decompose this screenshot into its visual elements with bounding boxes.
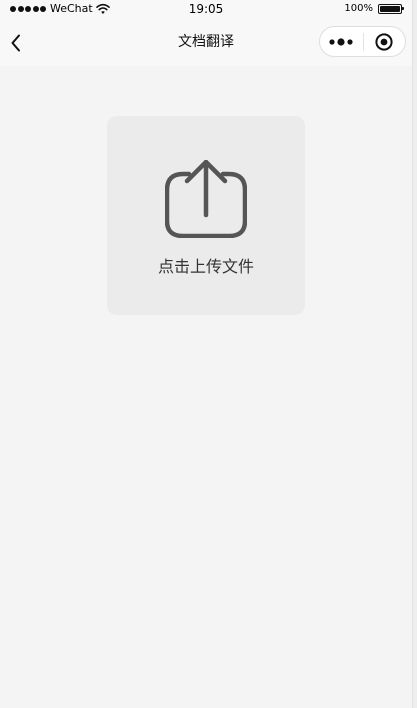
share-upload-icon bbox=[165, 160, 247, 238]
target-close-icon bbox=[375, 32, 393, 51]
upload-card[interactable]: 点击上传文件 bbox=[107, 116, 305, 315]
capsule-menu bbox=[319, 26, 406, 57]
status-right: 100% bbox=[344, 3, 404, 14]
scrollbar-edge bbox=[412, 0, 417, 708]
page: WeChat 19:05 100% 文档翻译 点击上传文件 bbox=[0, 0, 412, 708]
battery-percent: 100% bbox=[344, 3, 373, 14]
status-bar: WeChat 19:05 100% bbox=[0, 0, 412, 20]
battery-icon bbox=[378, 3, 404, 14]
more-button[interactable] bbox=[320, 27, 363, 56]
upload-label: 点击上传文件 bbox=[157, 257, 254, 276]
nav-bar: 文档翻译 bbox=[0, 20, 412, 66]
more-dots-icon bbox=[329, 37, 353, 46]
close-button[interactable] bbox=[363, 27, 405, 56]
